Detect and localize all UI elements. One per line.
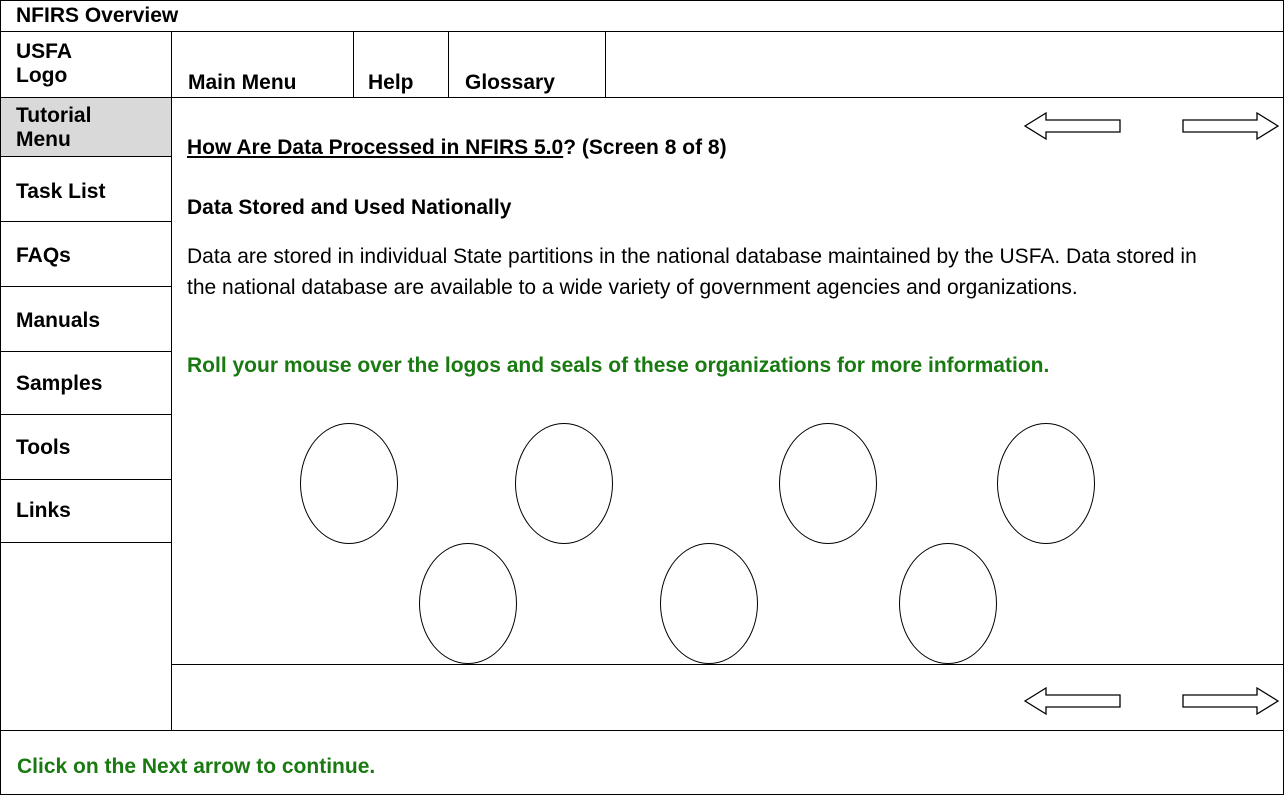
organization-seal-2[interactable] <box>515 423 613 544</box>
screen-title: How Are Data Processed in NFIRS 5.0? (Sc… <box>187 136 727 160</box>
sidebar-item-label[interactable]: Manuals <box>16 309 100 333</box>
next-arrow-icon[interactable] <box>1181 111 1279 141</box>
help-label[interactable]: Help <box>368 71 414 95</box>
title-link[interactable]: How Are Data Processed in NFIRS 5.0 <box>187 136 563 159</box>
organization-seal-1[interactable] <box>300 423 398 544</box>
glossary-label[interactable]: Glossary <box>465 71 555 95</box>
page-title: NFIRS Overview <box>16 4 179 27</box>
sidebar-item-label[interactable]: FAQs <box>16 244 71 268</box>
prev-arrow-icon[interactable] <box>1024 686 1122 716</box>
usfa-logo: USFA Logo <box>16 40 73 87</box>
sidebar-item-label[interactable]: Samples <box>16 372 102 396</box>
next-arrow-icon[interactable] <box>1181 686 1279 716</box>
sidebar-item-label[interactable]: Tutorial Menu <box>16 104 91 152</box>
main-menu-label[interactable]: Main Menu <box>188 71 297 95</box>
organization-seal-7[interactable] <box>899 543 997 664</box>
prev-arrow-icon[interactable] <box>1024 111 1122 141</box>
section-heading: Data Stored and Used Nationally <box>187 196 512 219</box>
organization-seal-4[interactable] <box>997 423 1095 544</box>
organization-seal-6[interactable] <box>660 543 758 664</box>
rollover-instruction: Roll your mouse over the logos and seals… <box>187 354 1050 377</box>
sidebar-item-label[interactable]: Links <box>16 499 71 523</box>
body-text: Data are stored in individual State part… <box>187 245 1197 299</box>
footer-instruction: Click on the Next arrow to continue. <box>17 755 376 778</box>
content-divider <box>171 664 1284 665</box>
sidebar-item-label[interactable]: Tools <box>16 436 70 460</box>
organization-seal-3[interactable] <box>779 423 877 544</box>
sidebar-item-label[interactable]: Task List <box>16 180 105 204</box>
title-suffix: ? (Screen 8 of 8) <box>563 136 727 159</box>
title-bar <box>0 0 1284 32</box>
organization-seal-5[interactable] <box>419 543 517 664</box>
